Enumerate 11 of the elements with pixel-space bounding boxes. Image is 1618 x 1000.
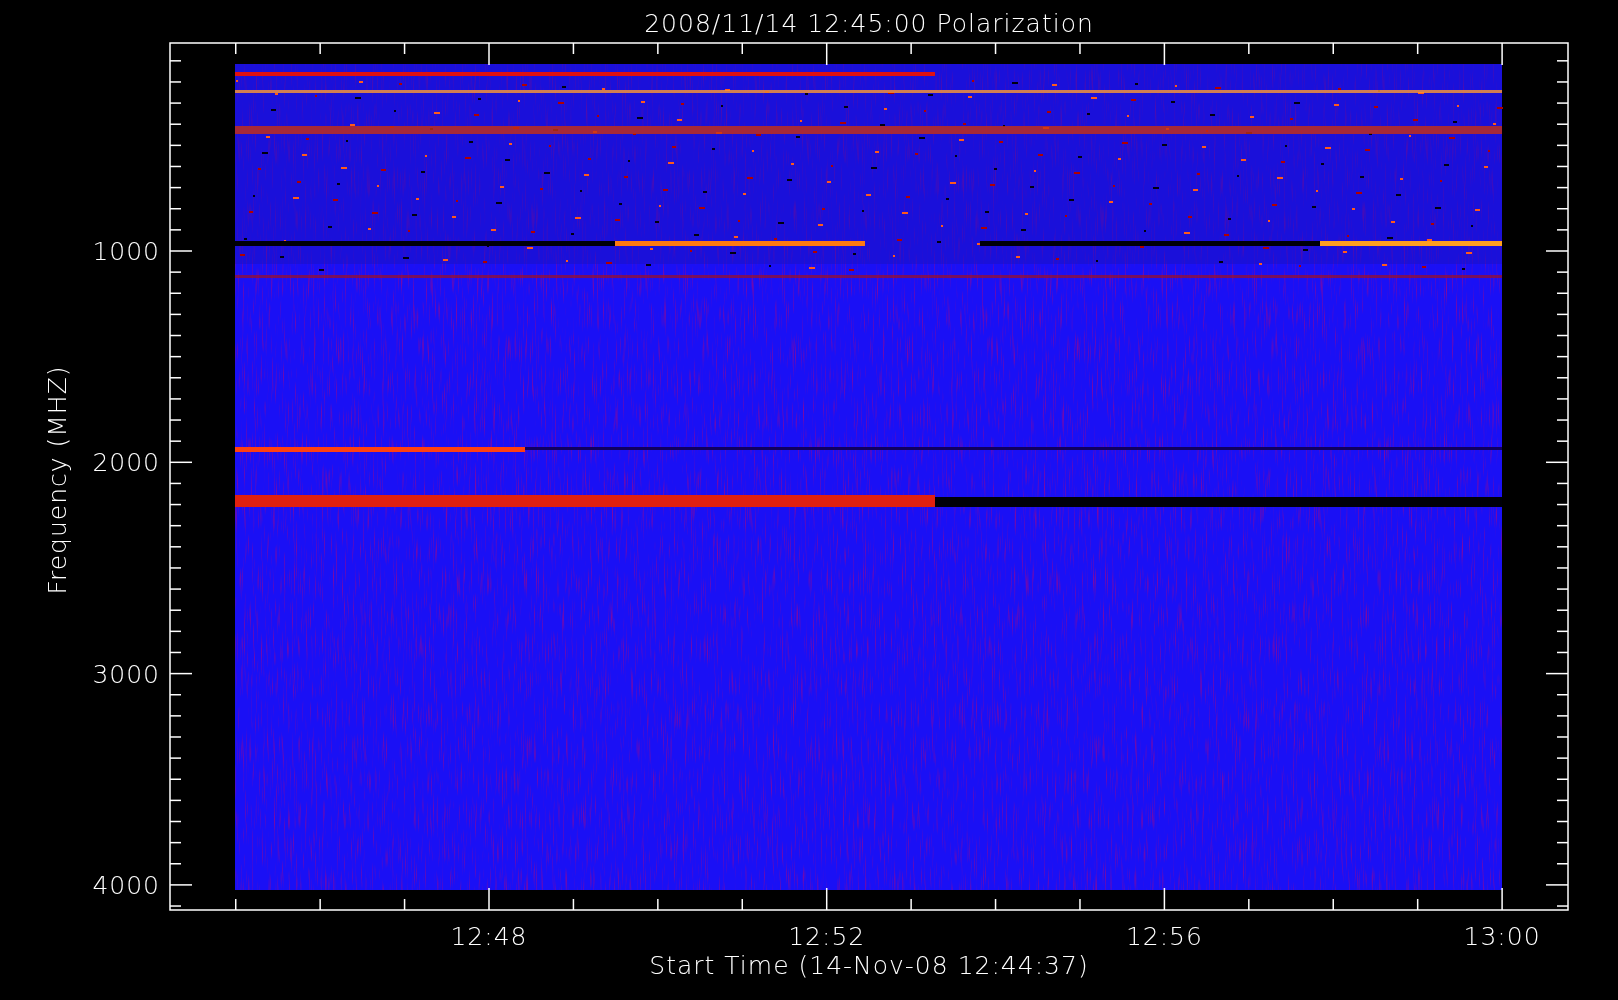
- x-axis-label: Start Time (14-Nov-08 12:44:37): [649, 951, 1089, 980]
- x-tick-label: 12:56: [1125, 922, 1203, 951]
- y-tick-label: 3000: [92, 659, 160, 689]
- y-tick-label: 2000: [92, 448, 160, 478]
- y-tick-label: 1000: [92, 237, 160, 266]
- x-tick-label: 13:00: [1463, 922, 1541, 951]
- plot-title: 2008/11/14 12:45:00 Polarization: [644, 9, 1094, 38]
- y-tick-label: 4000: [92, 870, 160, 900]
- x-tick-label: 12:52: [788, 922, 866, 951]
- y-axis-label: Frequency (MHZ): [43, 365, 72, 595]
- x-tick-label: 12:48: [450, 922, 528, 951]
